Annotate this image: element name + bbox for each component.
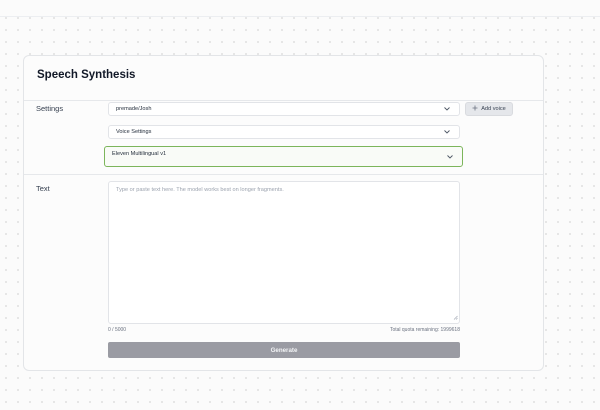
generate-button[interactable]: Generate [108, 342, 460, 358]
divider [24, 174, 543, 175]
plus-icon [472, 105, 478, 113]
page-title: Speech Synthesis [37, 69, 136, 81]
character-count: 0 / 5000 [108, 327, 127, 333]
add-voice-label: Add voice [481, 106, 506, 112]
text-label: Text [36, 184, 50, 193]
resize-handle-icon[interactable] [453, 315, 458, 322]
settings-label: Settings [36, 104, 64, 113]
model-select-value: Eleven Multilingual v1 [112, 151, 167, 157]
chevron-down-icon [443, 128, 451, 136]
chevron-down-icon [443, 105, 451, 113]
divider [24, 100, 543, 101]
add-voice-button[interactable]: Add voice [465, 102, 513, 116]
quota-remaining: Total quota remaining: 1999618 [389, 327, 460, 333]
text-input-placeholder: Type or paste text here. The model works… [116, 187, 284, 193]
voice-settings-dropdown[interactable]: Voice Settings [108, 125, 460, 139]
model-select[interactable]: Eleven Multilingual v1 [104, 146, 463, 167]
speech-synthesis-card: Speech Synthesis Settings premade/Josh A… [23, 55, 544, 371]
voice-select[interactable]: premade/Josh [108, 102, 460, 116]
voice-settings-label: Voice Settings [116, 129, 152, 135]
top-bar [0, 0, 600, 17]
text-input[interactable]: Type or paste text here. The model works… [108, 181, 460, 324]
chevron-down-icon [446, 153, 454, 161]
voice-select-value: premade/Josh [116, 106, 152, 112]
